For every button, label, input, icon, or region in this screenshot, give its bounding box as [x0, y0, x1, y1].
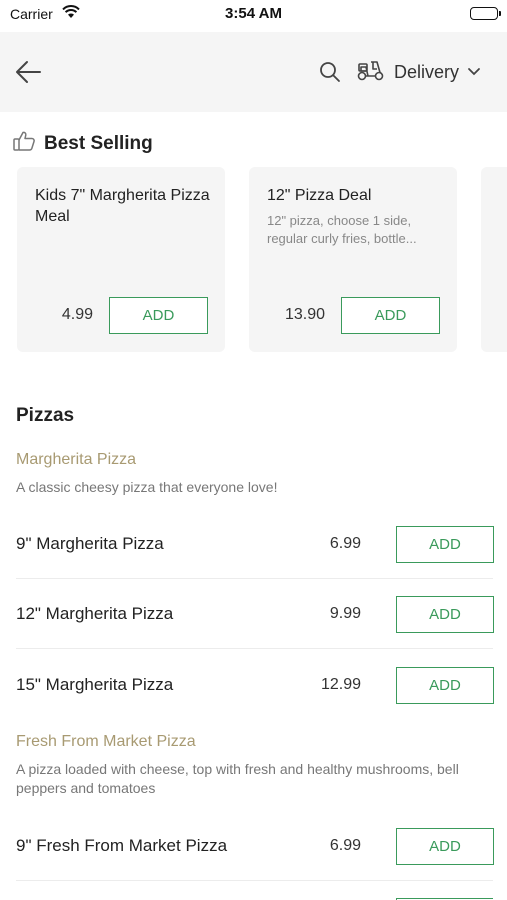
- menu-item-row-partial[interactable]: [16, 881, 493, 900]
- best-selling-card[interactable]: Kids 7" Margherita Pizza Meal 4.99 ADD: [17, 167, 225, 352]
- chevron-down-icon: [467, 63, 481, 81]
- card-item-name: 12" Pizza Deal: [267, 187, 372, 204]
- card-item-price: 4.99: [61, 306, 93, 323]
- clock: 3:54 AM: [225, 5, 282, 22]
- delivery-label: Delivery: [394, 61, 460, 82]
- best-selling-card-peek[interactable]: [481, 167, 507, 352]
- category-description: A classic cheesy pizza that everyone lov…: [16, 479, 278, 495]
- menu-item-row[interactable]: 15" Margherita Pizza 12.99 ADD: [16, 650, 494, 720]
- menu-item-name: 15" Margherita Pizza: [16, 675, 174, 694]
- category-description: A pizza loaded with cheese, top with fre…: [16, 761, 459, 796]
- card-item-price: 13.90: [284, 306, 325, 323]
- section-title-pizzas: Pizzas: [16, 405, 75, 426]
- category-title: Fresh From Market Pizza: [16, 733, 196, 750]
- menu-item-row[interactable]: 12" Margherita Pizza 9.99 ADD: [16, 579, 494, 649]
- best-selling-title: Best Selling: [44, 132, 153, 154]
- best-selling-card[interactable]: 12" Pizza Deal 12" pizza, choose 1 side,…: [249, 167, 457, 352]
- divider: [16, 648, 493, 649]
- menu-item-price: 9.99: [329, 605, 361, 622]
- add-button[interactable]: ADD: [396, 667, 494, 704]
- add-button[interactable]: ADD: [396, 526, 494, 563]
- menu-item-row[interactable]: 9" Fresh From Market Pizza 6.99 ADD: [16, 811, 494, 881]
- search-icon[interactable]: [318, 60, 342, 84]
- scooter-icon: [356, 58, 386, 87]
- best-selling-header: Best Selling: [12, 130, 153, 157]
- card-item-description: 12" pizza, choose 1 side, regular curly …: [267, 213, 417, 246]
- battery-icon: [470, 7, 501, 20]
- delivery-mode-selector[interactable]: Delivery: [356, 56, 481, 88]
- add-button[interactable]: ADD: [109, 297, 208, 334]
- add-button[interactable]: ADD: [396, 596, 494, 633]
- menu-item-price: 12.99: [320, 676, 361, 693]
- back-arrow-icon[interactable]: [14, 58, 44, 86]
- menu-item-name: 12" Margherita Pizza: [16, 604, 174, 623]
- nav-bar: Delivery: [0, 32, 507, 112]
- status-bar: Carrier 3:54 AM: [0, 0, 507, 30]
- menu-item-row[interactable]: 9" Margherita Pizza 6.99 ADD: [16, 509, 494, 579]
- menu-item-name: 9" Fresh From Market Pizza: [16, 836, 228, 855]
- add-button[interactable]: ADD: [341, 297, 440, 334]
- menu-item-price: 6.99: [329, 837, 361, 854]
- thumbs-up-icon: [12, 130, 36, 157]
- category-title: Margherita Pizza: [16, 451, 137, 468]
- menu-item-name: 9" Margherita Pizza: [16, 534, 164, 553]
- menu-item-price: 6.99: [329, 535, 361, 552]
- card-item-name: Kids 7" Margherita Pizza Meal: [35, 187, 210, 225]
- add-button[interactable]: ADD: [396, 828, 494, 865]
